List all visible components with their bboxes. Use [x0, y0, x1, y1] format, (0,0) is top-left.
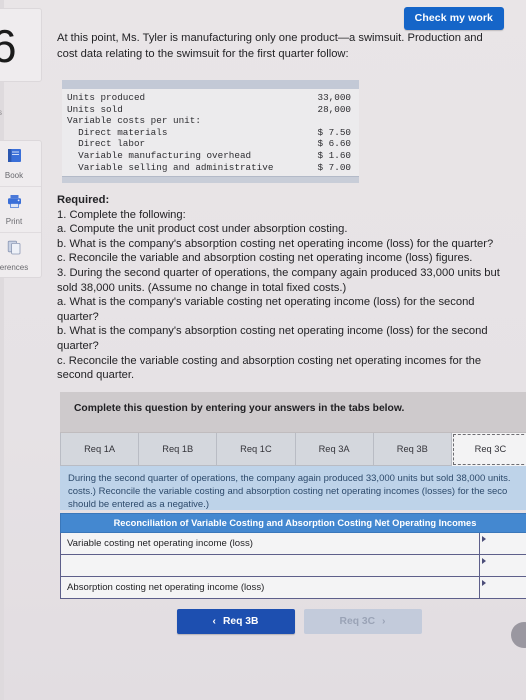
required-line: b. What is the company's absorption cost… [57, 325, 488, 352]
sidebar-item-book-label: Book [4, 171, 24, 180]
printer-icon [5, 192, 24, 216]
reconciliation-table-header: Reconciliation of Variable Costing and A… [60, 513, 526, 533]
recon-row-input[interactable] [480, 555, 526, 577]
data-row-value: $ 6.60 [317, 138, 351, 150]
chevron-right-icon: › [382, 616, 386, 627]
table-row: Direct labor $ 6.60 [62, 138, 359, 150]
data-row-label: Variable costs per unit: [67, 115, 201, 127]
chevron-left-icon: ‹ [212, 616, 216, 627]
data-table-top-bar [62, 80, 359, 89]
data-row-label: Direct materials [67, 126, 168, 138]
required-line: c. Reconcile the variable and absorption… [57, 252, 473, 265]
prev-requirement-button[interactable]: ‹ Req 3B [176, 609, 295, 634]
data-row-label: Direct labor [67, 138, 146, 150]
panel-banner: Complete this question by entering your … [60, 392, 526, 433]
table-row [60, 555, 526, 577]
sidebar-item-print[interactable]: Print [0, 187, 41, 233]
data-row-value: $ 7.00 [317, 161, 351, 173]
data-row-value: $ 7.50 [317, 126, 351, 138]
recon-row-label[interactable] [60, 555, 480, 577]
table-row: Units sold 28,000 [62, 104, 359, 116]
next-requirement-button[interactable]: Req 3C › [303, 609, 422, 634]
book-icon [5, 146, 24, 170]
table-row: Direct materials $ 7.50 [62, 127, 359, 139]
references-icon [5, 238, 24, 262]
data-row-label: Variable manufacturing overhead [67, 149, 252, 161]
data-row-value: 28,000 [317, 103, 351, 115]
question-number: 6 [0, 20, 17, 72]
question-number-card: 6 [0, 8, 42, 82]
tab-req-1c[interactable]: Req 1C [217, 433, 296, 466]
required-line: 1. Complete the following: [57, 208, 186, 221]
requirement-tabs: Req 1A Req 1B Req 1C Req 3A Req 3B Req 3… [60, 433, 526, 466]
tool-buttons-card: Book Print erences [0, 140, 42, 278]
production-cost-data-table: Units produced 33,000 Units sold 28,000 … [62, 80, 359, 184]
prev-requirement-label: Req 3B [222, 616, 259, 627]
tool-sidebar: 6 s Book Print erences [0, 0, 44, 700]
table-row: Absorption costing net operating income … [60, 577, 526, 599]
data-table-bottom-bar [62, 176, 359, 184]
required-line: 3. During the second quarter of operatio… [57, 266, 500, 294]
answer-panel: Complete this question by entering your … [60, 392, 526, 634]
tab-req-3c[interactable]: Req 3C [451, 433, 526, 466]
sidebar-item-book[interactable]: Book [0, 141, 41, 187]
required-line: a. What is the company's variable costin… [57, 296, 475, 323]
table-row: Variable costs per unit: [62, 115, 359, 127]
required-line: a. Compute the unit product cost under a… [57, 223, 348, 236]
required-section: Required: 1. Complete the following: a. … [57, 193, 507, 383]
reconciliation-table: Reconciliation of Variable Costing and A… [60, 513, 526, 599]
tab-req-3b[interactable]: Req 3B [373, 433, 452, 466]
table-row: Variable selling and administrative $ 7.… [62, 162, 359, 174]
table-row: Variable manufacturing overhead $ 1.60 [62, 150, 359, 162]
main-content: Check my work At this point, Ms. Tyler i… [52, 0, 526, 700]
table-row: Variable costing net operating income (l… [60, 533, 526, 555]
recon-row-label: Variable costing net operating income (l… [60, 533, 480, 555]
data-row-value: 33,000 [317, 92, 351, 103]
question-subtext: s [0, 108, 2, 117]
check-my-work-button[interactable]: Check my work [403, 7, 504, 30]
required-line: b. What is the company's absorption cost… [57, 237, 494, 250]
data-row-value: $ 1.60 [317, 149, 351, 161]
tab-instruction-text: During the second quarter of operations,… [60, 466, 526, 510]
data-table-body: Units produced 33,000 Units sold 28,000 … [62, 89, 359, 177]
question-page: 6 s Book Print erences Check my work At … [0, 0, 526, 700]
question-intro-text: At this point, Ms. Tyler is manufacturin… [57, 32, 483, 60]
sidebar-item-references[interactable]: erences [0, 233, 41, 279]
panel-navigation: ‹ Req 3B Req 3C › [60, 609, 526, 634]
recon-row-input[interactable] [480, 533, 526, 555]
data-row-label: Units produced [67, 92, 146, 103]
required-line: c. Reconcile the variable costing and ab… [57, 354, 482, 382]
sidebar-item-print-label: Print [5, 217, 23, 226]
tab-req-1a[interactable]: Req 1A [60, 433, 140, 466]
data-row-label: Units sold [67, 103, 123, 115]
recon-row-input[interactable] [480, 577, 526, 599]
data-row-label: Variable selling and administrative [67, 161, 274, 173]
table-row: Units produced 33,000 [62, 92, 359, 104]
tab-req-3a[interactable]: Req 3A [295, 433, 374, 466]
sidebar-item-references-label: erences [0, 263, 29, 272]
next-requirement-label: Req 3C [339, 616, 376, 627]
required-heading: Required: [57, 194, 110, 206]
tab-req-1b[interactable]: Req 1B [139, 433, 218, 466]
recon-row-label: Absorption costing net operating income … [60, 577, 480, 599]
